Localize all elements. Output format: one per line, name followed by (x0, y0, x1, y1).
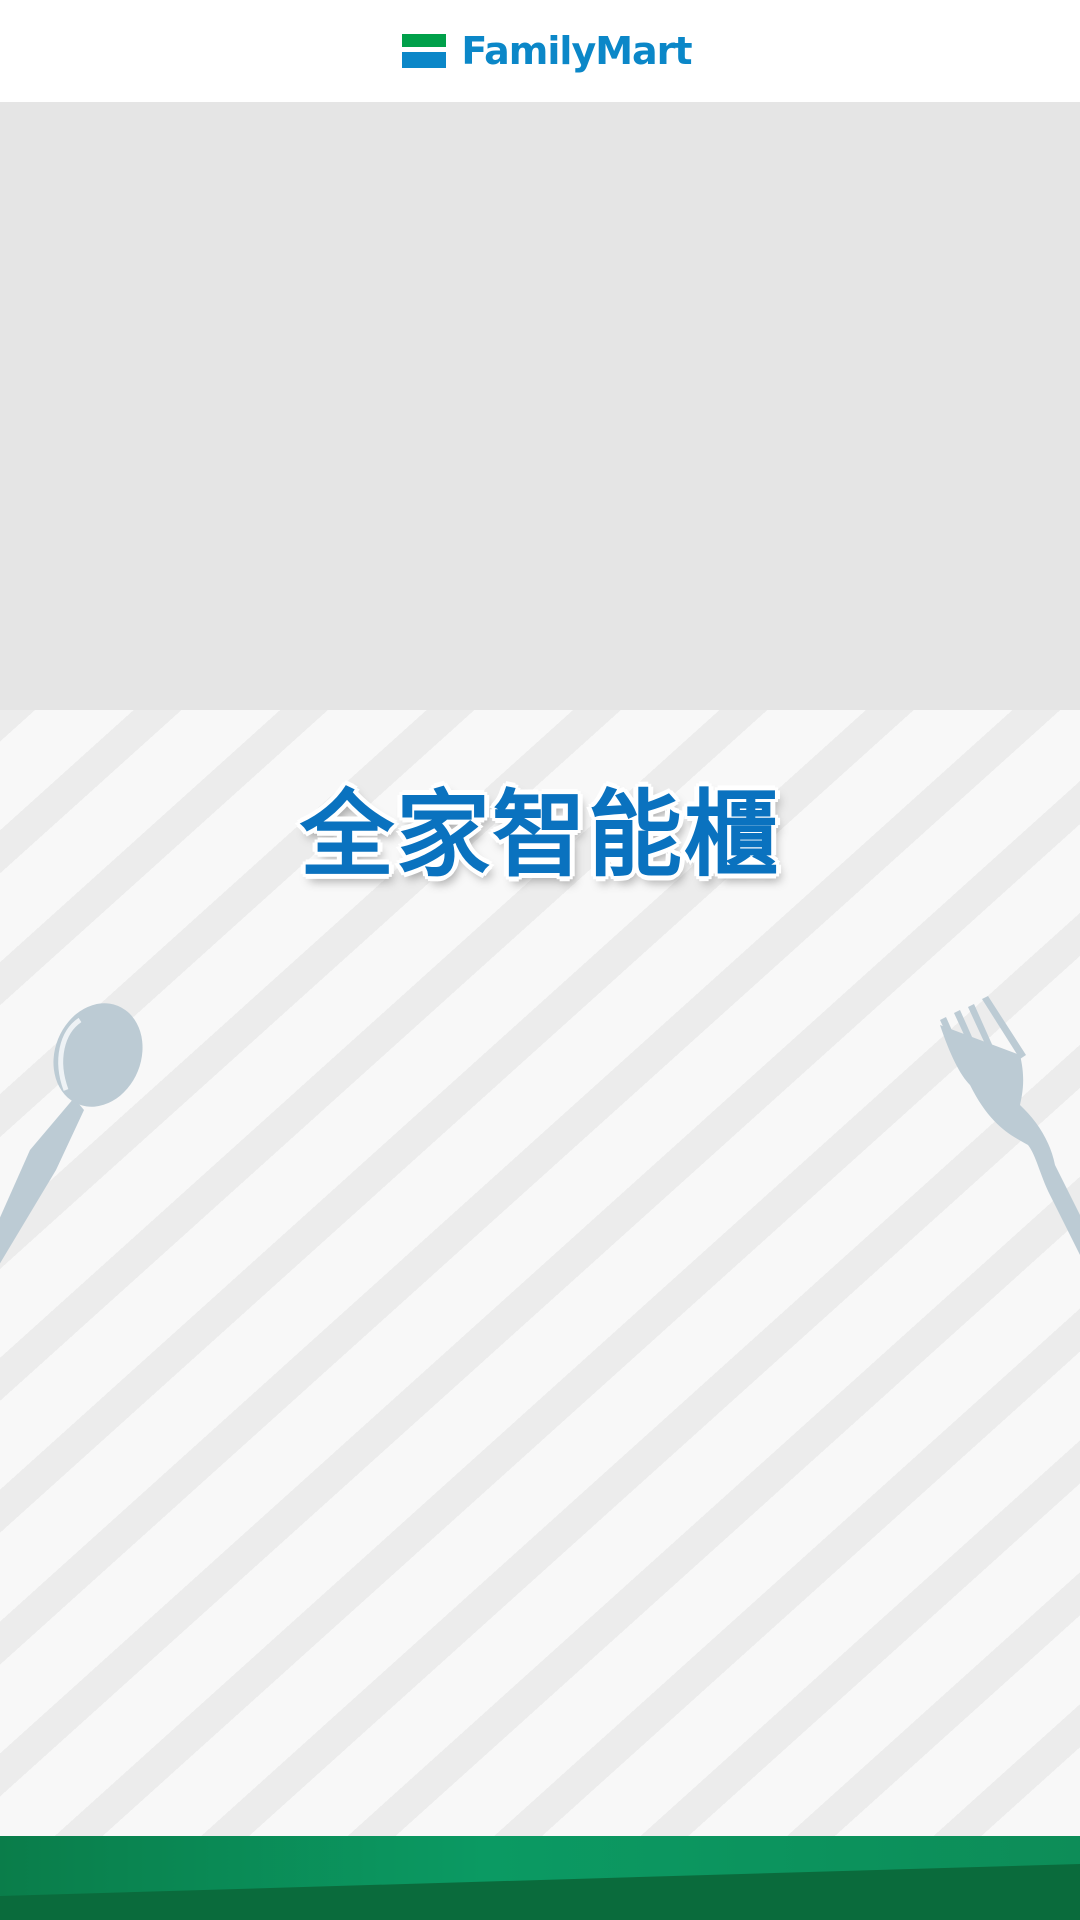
brand-name: FamilyMart (461, 29, 692, 73)
main-content: 全家智能櫃 (0, 710, 1080, 1836)
footer-bar (0, 1836, 1080, 1920)
page-title: 全家智能櫃 (299, 781, 780, 890)
fork-icon (940, 996, 1080, 1255)
footer-wave (0, 1836, 1080, 1920)
brand-logo: FamilyMart (402, 29, 693, 73)
smart-locker-screen: FamilyMart 全家智能櫃 (0, 0, 1080, 1920)
banner-image-placeholder (0, 102, 1080, 710)
header: FamilyMart (0, 0, 1080, 102)
spoon-icon (0, 1003, 143, 1264)
familymart-stripes-logo-icon (402, 34, 447, 68)
